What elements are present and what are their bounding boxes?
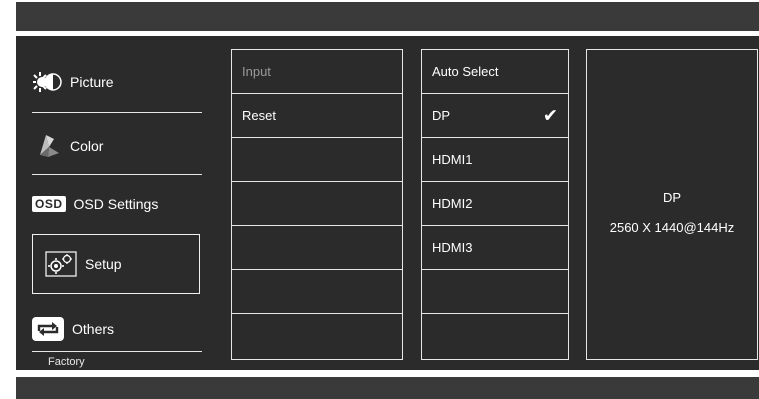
setup-icon (45, 251, 77, 277)
menu-item-setup-content: Setup (45, 249, 213, 279)
status-panel: DP 2560 X 1440@144Hz (586, 49, 758, 360)
option-label: HDMI3 (432, 240, 473, 255)
menu-item-picture[interactable]: Picture (32, 68, 200, 96)
submenu-empty-row (232, 226, 402, 270)
menu-item-color[interactable]: Color (32, 132, 200, 160)
option-label: DP (432, 108, 451, 123)
menu-divider (32, 174, 202, 175)
submenu-item-label: Input (242, 64, 271, 79)
checkmark-icon: ✔ (542, 105, 558, 125)
menu-item-others[interactable]: Others (32, 315, 200, 343)
option-label: Auto Select (432, 64, 499, 79)
menu-item-label: OSD Settings (73, 196, 159, 212)
bottom-bar (16, 377, 759, 399)
menu-item-osd-settings[interactable]: OSD OSD Settings (32, 190, 200, 218)
menu-divider (32, 351, 202, 352)
current-resolution: 2560 X 1440@144Hz (609, 220, 735, 235)
picture-icon (32, 71, 62, 93)
top-bar (16, 2, 759, 31)
submenu-empty-row (232, 182, 402, 226)
color-icon (32, 133, 62, 159)
submenu-empty-row (232, 270, 402, 314)
input-option-hdmi2[interactable]: HDMI2 (422, 182, 568, 226)
input-options-list: Auto Select DP ✔ HDMI1 HDMI2 HDMI3 (421, 49, 569, 360)
menu-item-label: Setup (85, 256, 122, 272)
submenu-empty-row (232, 138, 402, 182)
input-option-dp[interactable]: DP ✔ (422, 94, 568, 138)
osd-icon: OSD (32, 196, 66, 212)
osd-icon-text: OSD (32, 196, 66, 212)
input-option-hdmi1[interactable]: HDMI1 (422, 138, 568, 182)
menu-item-setup[interactable]: Setup (32, 234, 200, 294)
option-label: HDMI2 (432, 196, 473, 211)
others-icon (32, 317, 64, 341)
menu-item-label: Picture (70, 74, 114, 90)
input-empty-row (422, 270, 568, 314)
input-option-hdmi3[interactable]: HDMI3 (422, 226, 568, 270)
menu-item-label: Others (72, 321, 115, 337)
input-empty-row (422, 314, 568, 359)
osd-menu-panel: Picture Color OSD OSD Settings Setup Oth… (16, 36, 759, 370)
input-option-auto-select[interactable]: Auto Select (422, 50, 568, 94)
submenu-item-reset[interactable]: Reset (232, 94, 402, 138)
menu-divider (32, 112, 202, 113)
submenu-empty-row (232, 314, 402, 359)
submenu-item-label: Reset (242, 108, 276, 123)
menu-item-label: Color (70, 138, 104, 154)
current-source: DP (662, 190, 682, 205)
option-label: HDMI1 (432, 152, 473, 167)
submenu-item-input[interactable]: Input (232, 50, 402, 94)
setup-submenu: Input Reset (231, 49, 403, 360)
factory-label: Factory (48, 356, 85, 368)
